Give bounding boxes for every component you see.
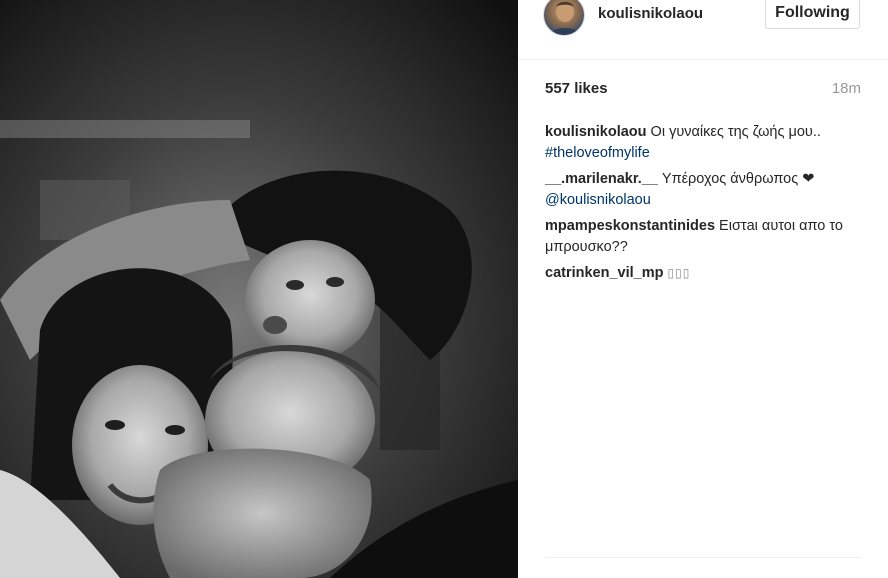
avatar-image-icon [548,1,582,35]
comment-username[interactable]: mpampeskonstantinides [545,218,715,234]
likes-count[interactable]: 557 likes [545,80,608,97]
avatar[interactable] [543,0,585,36]
comment-text: ▯▯▯ [667,266,691,280]
comment-item: mpampeskonstantinides Ειστaι αυτοι απο τ… [545,216,861,258]
caption-text: Οι γυναίκες της ζωής μου.. [650,124,821,140]
caption-hashtag[interactable]: #theloveofmylife [545,145,650,161]
caption: koulisnikolaou Οι γυναίκες της ζωής μου.… [545,122,861,164]
photo-illustration [0,0,518,578]
comment-item: __.marilenakr.__ Υπέροχος άνθρωπος ❤ @kou… [545,169,861,211]
post-username[interactable]: koulisnikolaou [598,5,703,22]
following-button[interactable]: Following [765,0,860,29]
comment-username[interactable]: catrinken_vil_mp [545,265,663,281]
comment-mention[interactable]: @koulisnikolaou [545,192,651,208]
comment-text: Υπέροχος άνθρωπος [661,171,799,187]
post-photo[interactable] [0,0,518,578]
comment-list: koulisnikolaou Οι γυναίκες της ζωής μου.… [545,122,861,289]
post-timestamp[interactable]: 18m [832,80,861,97]
post-side-panel: koulisnikolaou Following 557 likes 18m k… [518,0,888,578]
post-header: koulisnikolaou Following [518,0,888,60]
divider [545,557,861,558]
caption-username[interactable]: koulisnikolaou [545,124,647,140]
post-meta: 557 likes 18m [545,80,861,100]
heart-icon: ❤ [802,171,815,187]
comment-item: catrinken_vil_mp ▯▯▯ [545,263,861,284]
comment-username[interactable]: __.marilenakr.__ [545,171,658,187]
